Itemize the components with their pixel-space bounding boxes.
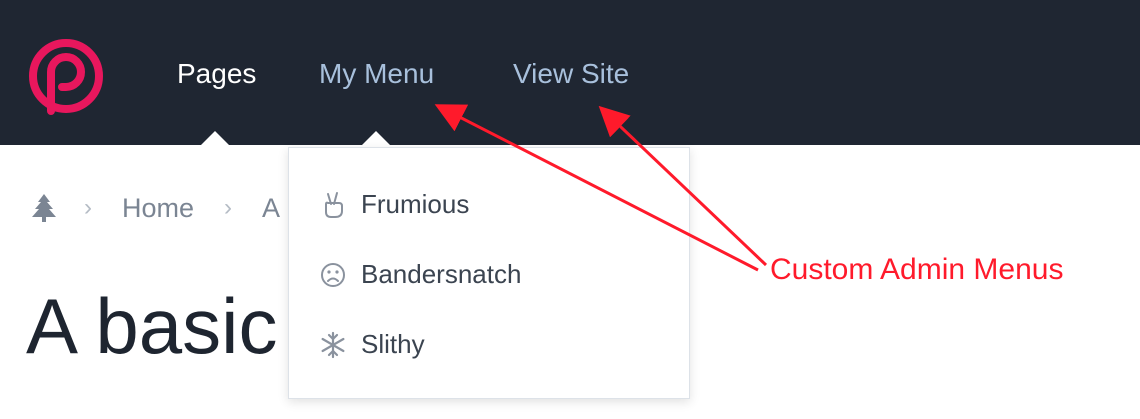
hand-peace-icon [325, 192, 343, 218]
menu-item-slithy[interactable]: Slithy [289, 316, 689, 372]
tree-icon[interactable] [30, 193, 58, 223]
breadcrumb-current[interactable]: A [262, 190, 280, 226]
nav-item-pages[interactable]: Pages [177, 56, 256, 92]
breadcrumb-separator: › [224, 194, 232, 221]
annotation-label: Custom Admin Menus [770, 253, 1064, 286]
logo-icon[interactable] [26, 36, 106, 116]
menu-item-label: Slithy [361, 329, 425, 359]
menu-item-label: Bandersnatch [361, 259, 522, 289]
snowflake-icon [321, 331, 345, 359]
nav-item-my-menu[interactable]: My Menu [319, 56, 434, 92]
menu-item-frumious[interactable]: Frumious [289, 176, 689, 232]
breadcrumb-home-link[interactable]: Home [122, 190, 194, 226]
active-nav-indicator [201, 131, 229, 145]
nav-item-view-site[interactable]: View Site [513, 56, 629, 92]
top-navigation-bar: Pages My Menu View Site [0, 0, 1140, 145]
my-menu-dropdown: Frumious Bandersnatch Slithy [288, 147, 690, 399]
menu-item-bandersnatch[interactable]: Bandersnatch [289, 246, 689, 302]
menu-item-label: Frumious [361, 189, 470, 219]
dropdown-caret [362, 131, 390, 145]
page-title: A basic [26, 282, 278, 370]
frown-icon [321, 263, 345, 287]
breadcrumb-separator: › [84, 194, 92, 221]
